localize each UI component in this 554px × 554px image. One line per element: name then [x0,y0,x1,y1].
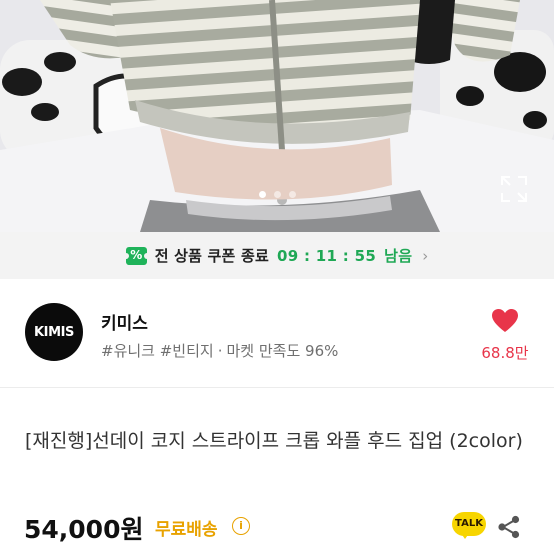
shop-name[interactable]: 키미스 [101,309,148,334]
carousel-dot[interactable] [288,191,296,198]
section-divider [0,387,554,388]
share-button[interactable] [496,514,522,540]
meta-separator: · [217,342,223,360]
product-title: [재진행]선데이 코지 스트라이프 크롭 와플 후드 집업 (2color) [25,430,523,452]
carousel-dot[interactable] [273,191,281,198]
product-price: 54,000원 [24,515,144,544]
coupon-countdown-banner[interactable]: % 전 상품 쿠폰 종료 09 : 11 : 55 남음 › [0,232,554,279]
coupon-timer: 09 : 11 : 55 [276,246,377,265]
shop-meta: #유니크 #빈티지 · 마켓 만족도 96% [101,340,338,361]
share-icon [498,515,520,539]
coupon-timer-suffix: 남음 [384,247,413,265]
talk-bubble-tail [460,532,470,539]
coupon-icon-mark: % [130,247,143,262]
heart-icon [492,309,518,332]
free-shipping-badge: 무료배송 [155,520,218,540]
expand-image-button[interactable] [498,173,530,205]
expand-icon [501,176,527,202]
kakao-talk-button[interactable]: TALK [452,512,486,540]
chevron-right-icon: › [422,246,429,265]
talk-label: TALK [455,518,483,529]
shop-logo-avatar[interactable]: KIMIS [25,303,83,361]
product-image-carousel[interactable] [0,0,554,232]
shipping-info-icon[interactable]: i [232,517,250,535]
shop-tags[interactable]: #유니크 #빈티지 [101,342,214,360]
market-satisfaction: 마켓 만족도 96% [226,342,339,360]
shop-logo-text: KIMIS [33,324,75,340]
carousel-dot-active[interactable] [258,191,266,198]
carousel-indicator [0,191,554,198]
coupon-label: 전 상품 쿠폰 종료 [154,247,269,265]
coupon-ticket-icon: % [122,246,150,265]
like-count: 68.8만 [481,344,529,362]
like-button[interactable]: 68.8만 [474,308,536,363]
